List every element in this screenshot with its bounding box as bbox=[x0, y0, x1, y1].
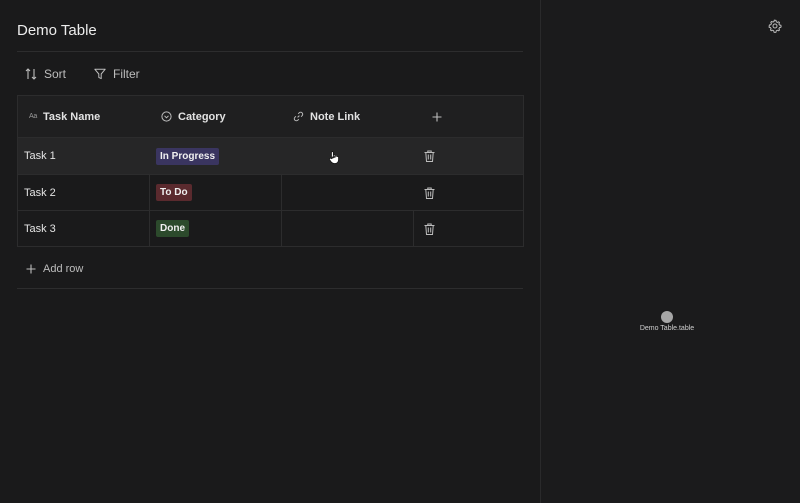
plus-icon bbox=[26, 264, 36, 274]
graph-node[interactable] bbox=[661, 311, 673, 323]
task-name: Task 2 bbox=[24, 186, 56, 199]
status-badge: In Progress bbox=[156, 147, 220, 165]
divider bbox=[17, 51, 523, 52]
sort-icon bbox=[25, 68, 37, 80]
task-name-cell[interactable]: Task 2 bbox=[18, 175, 150, 210]
note-link-cell[interactable] bbox=[282, 138, 414, 174]
graph-view-pane: Demo Table.table bbox=[541, 0, 800, 503]
table-toolbar: Sort Filter bbox=[25, 66, 140, 82]
add-column-icon bbox=[432, 112, 442, 121]
app-window: Demo Table Sort Filter Aa Task Name Cate… bbox=[0, 0, 800, 503]
page-title: Demo Table bbox=[17, 22, 97, 39]
delete-row-button[interactable] bbox=[414, 211, 523, 246]
category-cell[interactable]: In Progress bbox=[150, 138, 282, 174]
task-name: Task 3 bbox=[24, 222, 56, 235]
task-name-cell[interactable]: Task 1 bbox=[18, 138, 150, 174]
add-row-label: Add row bbox=[43, 263, 84, 275]
trash-icon bbox=[424, 187, 435, 199]
add-row-button[interactable]: Add row bbox=[26, 263, 83, 275]
note-link-cell[interactable] bbox=[282, 211, 414, 246]
column-header-category[interactable]: Category bbox=[150, 96, 282, 137]
delete-row-button[interactable] bbox=[414, 175, 523, 210]
column-header-note-link[interactable]: Note Link bbox=[282, 96, 414, 137]
filter-button[interactable]: Filter bbox=[94, 66, 140, 82]
table-header-row: Aa Task Name Category Note Link bbox=[18, 96, 523, 137]
category-cell[interactable]: Done bbox=[150, 211, 282, 246]
column-header-task-name[interactable]: Aa Task Name bbox=[18, 96, 150, 137]
category-cell[interactable]: To Do bbox=[150, 175, 282, 210]
data-table: Aa Task Name Category Note Link Task 1 I… bbox=[17, 95, 524, 247]
trash-icon bbox=[424, 223, 435, 235]
column-label: Note Link bbox=[310, 110, 361, 123]
status-badge: To Do bbox=[156, 184, 192, 201]
filter-label: Filter bbox=[113, 67, 140, 81]
column-label: Task Name bbox=[42, 110, 101, 123]
select-circle-icon bbox=[161, 111, 172, 122]
sort-label: Sort bbox=[44, 67, 67, 81]
sort-button[interactable]: Sort bbox=[25, 66, 66, 82]
text-type-icon: Aa bbox=[29, 113, 37, 120]
status-badge: Done bbox=[156, 220, 189, 237]
note-link-cell[interactable] bbox=[282, 175, 414, 210]
table-row: Task 3 Done bbox=[18, 210, 523, 246]
add-column-button[interactable] bbox=[414, 96, 523, 137]
filter-icon bbox=[94, 68, 106, 80]
gear-icon[interactable] bbox=[768, 19, 782, 33]
column-label: Category bbox=[178, 110, 226, 123]
divider bbox=[17, 288, 523, 289]
task-name-cell[interactable]: Task 3 bbox=[18, 211, 150, 246]
trash-icon bbox=[424, 150, 435, 162]
graph-node-label: Demo Table.table bbox=[639, 325, 695, 332]
link-icon bbox=[293, 111, 304, 122]
pointer-hand-cursor-icon bbox=[329, 151, 339, 164]
table-view-pane: Demo Table Sort Filter Aa Task Name Cate… bbox=[0, 0, 540, 503]
table-row: Task 2 To Do bbox=[18, 174, 523, 210]
delete-row-button[interactable] bbox=[414, 138, 523, 174]
task-name: Task 1 bbox=[24, 150, 56, 162]
table-row: Task 1 In Progress bbox=[18, 137, 523, 174]
